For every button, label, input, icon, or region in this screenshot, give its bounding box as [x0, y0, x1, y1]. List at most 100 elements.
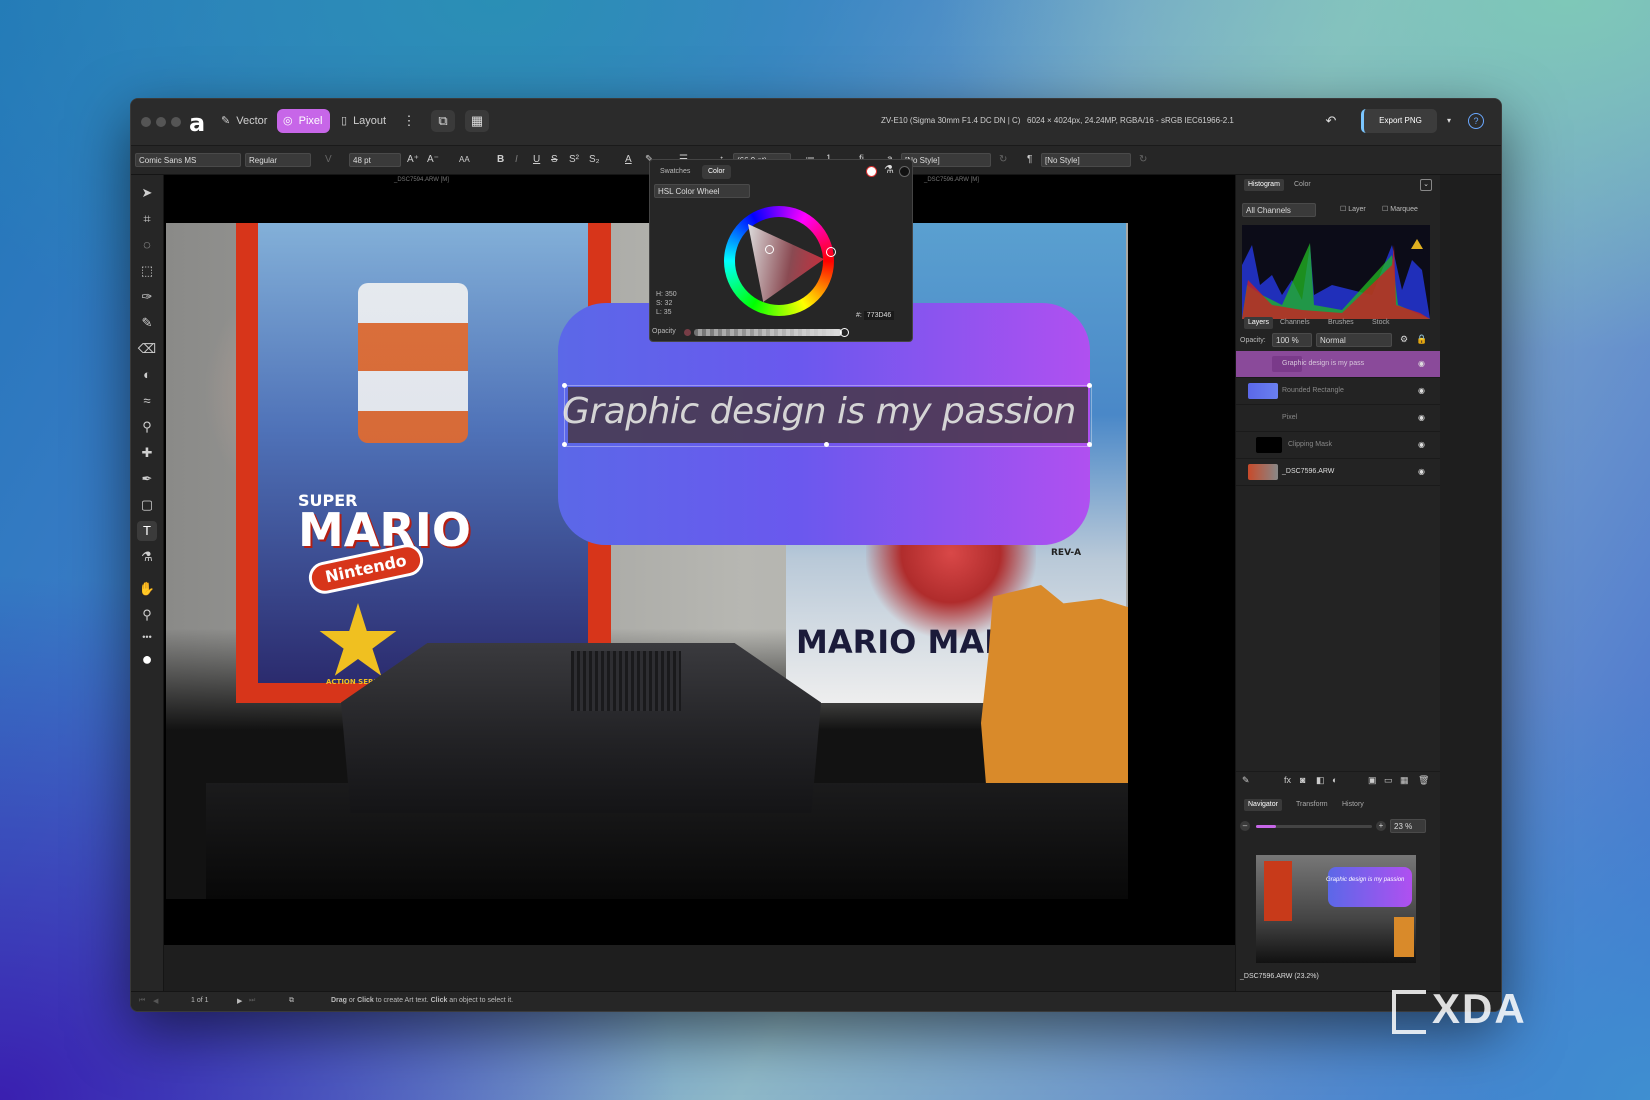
tab-history[interactable]: History	[1338, 799, 1368, 811]
visibility-eye-icon[interactable]: ◉	[1418, 413, 1425, 422]
persona-vector-button[interactable]: ✎ Vector	[215, 109, 275, 133]
dodge-tool-icon[interactable]: ◐	[137, 365, 157, 385]
layer-row-rectangle[interactable]: Rounded Rectangle ◉	[1236, 378, 1440, 405]
increase-size-icon[interactable]: A⁺	[407, 153, 419, 167]
export-dropdown-icon[interactable]: ▾	[1437, 110, 1461, 132]
healing-tool-icon[interactable]: ✚	[137, 443, 157, 463]
undo-history-icon[interactable]: ↶	[1319, 110, 1343, 132]
zoom-in-icon[interactable]: +	[1376, 821, 1386, 831]
more-tools-icon[interactable]: •••	[137, 627, 157, 647]
prev-page-icon[interactable]: ◀	[153, 997, 158, 1005]
hex-field[interactable]: #: 773D46	[856, 311, 895, 320]
paragraph-style-select[interactable]: [No Style]	[1041, 153, 1131, 167]
move-tool-icon[interactable]: ➤	[137, 183, 157, 203]
layer-opacity-field[interactable]: 100 %	[1272, 333, 1312, 347]
opacity-slider[interactable]	[694, 329, 842, 336]
adjustment-icon[interactable]: ◧	[1316, 775, 1325, 786]
blur-tool-icon[interactable]: ≈	[137, 391, 157, 411]
new-folder-icon[interactable]: ▭	[1384, 775, 1393, 786]
subscript-icon[interactable]: S₂	[589, 153, 600, 167]
edit-layer-icon[interactable]: ✎	[1242, 775, 1250, 786]
minimize-window-button[interactable]	[156, 117, 166, 127]
opacity-slider-handle[interactable]	[840, 328, 849, 337]
live-filter-icon[interactable]: ◐	[1332, 775, 1337, 785]
lock-icon[interactable]: 🔒	[1416, 334, 1427, 345]
tab-brushes[interactable]: Brushes	[1324, 317, 1358, 329]
refresh-style-icon[interactable]: ↻	[999, 153, 1007, 167]
kerning-icon[interactable]: V	[325, 153, 332, 167]
tab-channels[interactable]: Channels	[1276, 317, 1314, 329]
font-style-select[interactable]: Regular	[245, 153, 311, 167]
tab-navigator[interactable]: Navigator	[1244, 799, 1282, 811]
paragraph-icon[interactable]: ¶	[1027, 153, 1032, 167]
persona-pixel-button[interactable]: ◎ Pixel	[277, 109, 331, 133]
visibility-eye-icon[interactable]: ◉	[1418, 359, 1425, 368]
superscript-icon[interactable]: S²	[569, 153, 579, 167]
no-color-icon[interactable]	[866, 166, 877, 177]
hand-tool-icon[interactable]: ✋	[137, 579, 157, 599]
visibility-eye-icon[interactable]: ◉	[1418, 440, 1425, 449]
font-family-select[interactable]: Comic Sans MS	[135, 153, 241, 167]
selection-handle[interactable]	[1087, 442, 1092, 447]
tab-swatches[interactable]: Swatches	[654, 165, 696, 179]
tab-layers[interactable]: Layers	[1244, 317, 1274, 329]
channel-select[interactable]: All Channels	[1242, 203, 1316, 217]
group-icon[interactable]: ▣	[1368, 775, 1377, 786]
panel-menu-icon[interactable]: ⌄	[1420, 179, 1432, 191]
art-text-tool-icon[interactable]: T	[137, 521, 157, 541]
text-color-icon[interactable]: A	[625, 153, 632, 167]
marquee-checkbox[interactable]: ☐ Marquee	[1382, 205, 1418, 213]
close-window-button[interactable]	[141, 117, 151, 127]
tab-transform[interactable]: Transform	[1292, 799, 1332, 811]
selection-handle[interactable]	[562, 383, 567, 388]
zoom-slider[interactable]	[1256, 825, 1372, 828]
selection-handle[interactable]	[824, 442, 829, 447]
more-options-icon[interactable]: ⋮	[397, 110, 421, 132]
layer-row-clipping-mask[interactable]: Clipping Mask ◉	[1236, 432, 1440, 459]
strikethrough-icon[interactable]: S	[551, 153, 558, 167]
document-tab-left[interactable]: _DSC7594.ARW [M]	[394, 177, 449, 183]
layer-settings-icon[interactable]: ⚙	[1400, 334, 1408, 345]
refresh-para-style-icon[interactable]: ↻	[1139, 153, 1147, 167]
flood-select-icon[interactable]: ✑	[137, 287, 157, 307]
document-tab-right[interactable]: _DSC7596.ARW [M]	[924, 177, 979, 183]
pages-icon[interactable]: ⧉	[289, 997, 294, 1005]
eraser-tool-icon[interactable]: ⌫	[137, 339, 157, 359]
snapping-icon[interactable]: ⧉	[431, 110, 455, 132]
next-page-icon[interactable]: ▶	[237, 997, 242, 1005]
selection-handle[interactable]	[562, 442, 567, 447]
layer-row-pixel[interactable]: Pixel ◉	[1236, 405, 1440, 432]
zoom-tool-icon[interactable]: ⚲	[137, 605, 157, 625]
italic-icon[interactable]: I	[515, 153, 518, 167]
zoom-field[interactable]: 23 %	[1390, 819, 1426, 833]
layer-row-photo[interactable]: _DSC7596.ARW ◉	[1236, 459, 1440, 486]
last-page-icon[interactable]: ⏭	[249, 997, 255, 1005]
tab-stock[interactable]: Stock	[1368, 317, 1394, 329]
grid-view-icon[interactable]: ▦	[465, 110, 489, 132]
shape-tool-icon[interactable]: ▢	[137, 495, 157, 515]
layer-row-text[interactable]: Graphic design is my pass ◉	[1236, 351, 1440, 378]
tab-color-panel[interactable]: Color	[1290, 179, 1315, 191]
first-page-icon[interactable]: ⏮	[139, 997, 145, 1005]
color-swatch-icon[interactable]: ●	[137, 649, 157, 669]
zoom-out-icon[interactable]: –	[1240, 821, 1250, 831]
export-png-button[interactable]: Export PNG	[1361, 109, 1437, 133]
caps-icon[interactable]: AA	[459, 153, 470, 167]
persona-layout-button[interactable]: ▯ Layout	[335, 109, 394, 133]
tab-histogram[interactable]: Histogram	[1244, 179, 1284, 191]
color-mode-select[interactable]: HSL Color Wheel	[654, 184, 750, 198]
zoom-window-button[interactable]	[171, 117, 181, 127]
bold-icon[interactable]: B	[497, 153, 504, 167]
selection-handle[interactable]	[1087, 383, 1092, 388]
new-pixel-layer-icon[interactable]: ▦	[1400, 775, 1409, 786]
photo-layer[interactable]: SUPER MARIO Nintendo ACTION SERIES REV-A…	[166, 223, 1128, 899]
layer-checkbox[interactable]: ☐ Layer	[1340, 205, 1366, 213]
trash-icon[interactable]: 🗑	[1418, 775, 1429, 786]
marquee-tool-icon[interactable]: ⬚	[137, 261, 157, 281]
affinity-logo-icon[interactable]: a	[189, 109, 205, 137]
visibility-eye-icon[interactable]: ◉	[1418, 467, 1425, 476]
eyedropper-icon[interactable]: ⚗	[884, 163, 894, 176]
color-picker-icon[interactable]: ⚗	[137, 547, 157, 567]
underline-icon[interactable]: U	[533, 153, 540, 167]
fx-icon[interactable]: fx	[1284, 775, 1291, 785]
